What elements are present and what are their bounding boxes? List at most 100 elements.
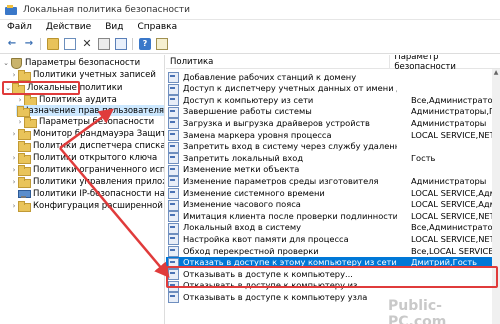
tree-item-label: Политики IP-безопасности на "Лока	[33, 188, 165, 199]
menu-help[interactable]: Справка	[130, 22, 184, 32]
expand-icon[interactable]: ›	[10, 154, 18, 162]
properties-icon[interactable]	[98, 37, 110, 50]
policy-setting: LOCAL SERVICE,NETWO...	[411, 129, 497, 140]
policy-row[interactable]: Обход перекрестной проверки Все,LOCAL SER…	[166, 245, 500, 257]
tree-item-label: Политики учетных записей	[33, 69, 156, 80]
back-arrow-icon[interactable]: ←	[6, 38, 18, 50]
policy-name: Локальный вход в систему	[183, 222, 302, 233]
help-icon[interactable]: ?	[139, 37, 151, 50]
policy-setting: LOCAL SERVICE,NETWO...	[411, 233, 497, 244]
tree-item-label: Политики управления приложения	[33, 176, 164, 187]
folder-icon	[24, 117, 37, 128]
policy-icon	[168, 292, 179, 304]
policy-icon	[168, 130, 179, 141]
policy-icon	[168, 199, 179, 211]
highlight-box-deny-network-access	[166, 266, 498, 288]
collapse-icon[interactable]: ⌄	[2, 59, 10, 67]
policy-name: Доступ к диспетчеру учетных данных от им…	[183, 83, 397, 94]
window-title: Локальная политика безопасности	[23, 4, 191, 15]
expand-icon[interactable]: ›	[16, 96, 24, 104]
menu-view[interactable]: Вид	[98, 22, 130, 32]
policy-name: Запретить локальный вход	[183, 152, 304, 163]
policy-row[interactable]: Локальный вход в систему Все,Администрато…	[166, 222, 500, 234]
menu-action[interactable]: Действие	[39, 22, 98, 32]
policy-icon	[168, 222, 179, 234]
tree-item-ip-security[interactable]: Политики IP-безопасности на "Лока	[10, 188, 165, 199]
tree-item-security-options[interactable]: › Параметры безопасности	[16, 116, 155, 128]
policy-row[interactable]: Запретить вход в систему через службу уд…	[166, 141, 500, 153]
policy-name: Имитация клиента после проверки подлинно…	[183, 210, 397, 221]
expand-icon[interactable]: ›	[10, 178, 18, 186]
toolbar-separator	[132, 37, 133, 50]
policy-row[interactable]: Доступ к компьютеру из сети Все,Администр…	[166, 94, 500, 107]
policy-row[interactable]: Завершение работы системы Администраторы,…	[166, 106, 500, 118]
tree-item-advanced-audit[interactable]: › Конфигурация расширенной полит	[10, 200, 164, 212]
tree-item-software-restriction[interactable]: › Политики ограниченного использо	[10, 164, 165, 176]
policy-icon	[168, 188, 179, 199]
tree-item-firewall[interactable]: › Монитор брандмауэра Защитника W	[10, 128, 164, 140]
folder-icon	[16, 106, 33, 117]
expand-icon[interactable]: ›	[10, 202, 18, 210]
tree-item-account-policies[interactable]: › Политики учетных записей	[10, 69, 156, 81]
expand-icon[interactable]: ›	[10, 71, 18, 79]
forward-arrow-icon[interactable]: →	[23, 38, 35, 50]
tree-item-public-key[interactable]: › Политики открытого ключа	[10, 152, 158, 164]
policy-setting: LOCAL SERVICE,Админи	[411, 199, 497, 210]
expand-icon[interactable]: ›	[10, 130, 18, 138]
policy-icon	[168, 95, 179, 107]
policy-name: Изменение метки объекта	[183, 164, 300, 175]
tree-item-user-rights[interactable]: Назначение прав пользователя	[16, 105, 164, 117]
tree-item-audit-policy[interactable]: › Политика аудита	[16, 94, 117, 106]
policy-row[interactable]: Замена маркера уровня процесса LOCAL SERV…	[166, 129, 500, 141]
tree-item-label: Политика аудита	[39, 94, 117, 105]
policy-name: Замена маркера уровня процесса	[183, 129, 332, 140]
policy-row[interactable]: Доступ к диспетчеру учетных данных от им…	[166, 83, 500, 95]
column-security-setting[interactable]: Параметр безопасности	[390, 55, 500, 72]
tree-item-label: Политики открытого ключа	[33, 152, 158, 163]
policy-row[interactable]: Добавление рабочих станций к домену	[166, 71, 500, 83]
policy-name: Настройка квот памяти для процесса	[183, 233, 349, 244]
tree-item-label: Политики ограниченного использо	[33, 164, 165, 175]
toolbar: ← → ✕ ?	[0, 34, 500, 54]
policy-name: Изменение системного времени	[183, 187, 325, 198]
policy-setting: LOCAL SERVICE,NETWO...	[411, 210, 497, 221]
policy-icon	[168, 83, 179, 95]
tree-item-network-list[interactable]: Политики диспетчера списка сетей	[10, 140, 164, 152]
policy-name: Запретить вход в систему через службу уд…	[183, 141, 397, 152]
policy-icon	[168, 164, 179, 176]
expand-icon[interactable]: ›	[10, 166, 18, 174]
tree-item-label: Параметры безопасности	[39, 116, 155, 127]
list-icon[interactable]	[64, 37, 76, 50]
folder-icon	[18, 129, 31, 140]
properties-sheet-icon[interactable]	[156, 37, 168, 50]
expand-icon[interactable]: ›	[16, 118, 24, 126]
folder-icon	[18, 70, 31, 81]
computer-icon	[18, 189, 31, 198]
tree-pane: ⌄ Параметры безопасности › Политики учет…	[0, 55, 165, 324]
tree-item-security-settings[interactable]: ⌄ Параметры безопасности	[2, 57, 140, 69]
policy-row[interactable]: Изменение параметров среды изготовителя А…	[166, 175, 500, 188]
folder-icon	[18, 177, 31, 188]
policy-row[interactable]: Запретить локальный вход Гость	[166, 152, 500, 165]
tree-item-label: Назначение прав пользователя	[22, 105, 164, 116]
policy-row[interactable]: Изменение системного времени LOCAL SERVIC…	[166, 187, 500, 199]
policy-row[interactable]: Изменение метки объекта	[166, 164, 500, 176]
policy-setting: Все,Администраторы,пс	[411, 94, 497, 105]
tree-item-app-control[interactable]: › Политики управления приложения	[10, 176, 164, 188]
policy-setting: Гость	[411, 152, 436, 163]
policy-row[interactable]: Изменение часового пояса LOCAL SERVICE,Ад…	[166, 199, 500, 211]
policy-icon	[168, 176, 179, 188]
policy-row[interactable]: Загрузка и выгрузка драйверов устройств А…	[166, 117, 500, 130]
delete-icon[interactable]: ✕	[81, 38, 93, 50]
policy-name: Загрузка и выгрузка драйверов устройств	[183, 117, 370, 128]
policy-row[interactable]: Настройка квот памяти для процесса LOCAL …	[166, 233, 500, 246]
policy-icon	[168, 118, 179, 130]
scroll-up-arrow-icon[interactable]: ▲	[492, 69, 500, 77]
column-policy[interactable]: Политика	[166, 55, 391, 68]
export-icon[interactable]	[115, 37, 127, 50]
menu-file[interactable]: Файл	[0, 22, 39, 32]
policy-icon	[168, 72, 179, 83]
policy-name: Обход перекрестной проверки	[183, 245, 319, 256]
folder-up-icon[interactable]	[47, 37, 59, 50]
policy-row[interactable]: Имитация клиента после проверки подлинно…	[166, 210, 500, 223]
